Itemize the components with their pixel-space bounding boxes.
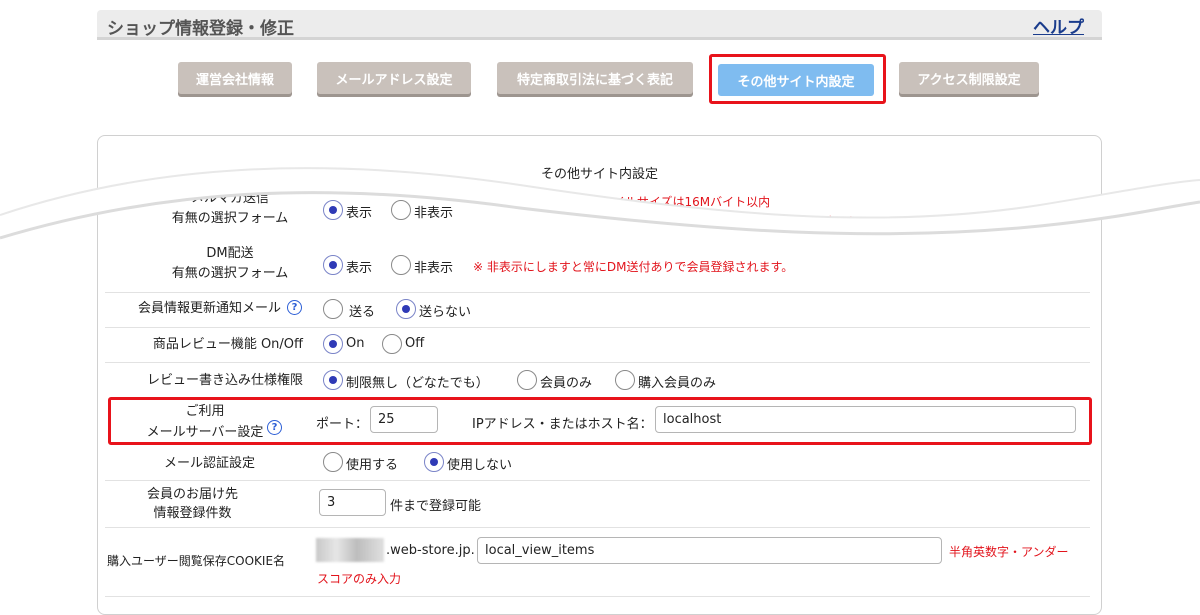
active-tab-highlight	[709, 54, 886, 104]
delivery-count-input[interactable]: 3	[319, 489, 386, 516]
mail-auth-nouse-label: 使用しない	[447, 458, 513, 473]
dm-show-radio[interactable]	[323, 255, 343, 275]
help-question-icon[interactable]: ?	[287, 300, 302, 315]
row-divider	[105, 596, 1090, 597]
review-off-label: Off	[405, 336, 425, 351]
cookie-note-line2: スコアのみ入力	[317, 572, 402, 586]
help-question-icon[interactable]: ?	[267, 420, 282, 435]
tab-company-info[interactable]: 運営会社情報	[178, 62, 292, 94]
mail-server-label-line2: メールサーバー設定	[146, 425, 264, 440]
page-title: ショップ情報登録・修正	[107, 19, 294, 39]
mail-auth-use-radio[interactable]	[323, 452, 343, 472]
review-perm-all-label: 制限無し（どなたでも）	[346, 376, 489, 391]
cookie-note-line1: 半角英数字・アンダー	[949, 545, 1069, 559]
member-notice-nosend-radio[interactable]	[396, 299, 416, 319]
review-perm-buyer-radio[interactable]	[615, 370, 635, 390]
row-divider	[105, 362, 1090, 363]
tab-access-limit[interactable]: アクセス制限設定	[899, 62, 1039, 94]
dm-hide-label: 非表示	[414, 261, 454, 276]
blurred-shop-id	[316, 538, 384, 562]
host-label: IPアドレス・またはホスト名：	[472, 417, 653, 432]
mail-auth-nouse-radio[interactable]	[424, 452, 444, 472]
tab-commerce-law[interactable]: 特定商取引法に基づく表記	[497, 62, 693, 94]
delivery-suffix: 件まで登録可能	[390, 499, 482, 514]
cookie-domain-suffix: .web-store.jp.	[386, 543, 475, 558]
mail-auth-use-label: 使用する	[346, 458, 399, 473]
mail-server-label-line1: ご利用	[185, 404, 225, 419]
port-input[interactable]: 25	[370, 406, 438, 433]
review-on-label: On	[346, 336, 365, 351]
dm-label-line2: 有無の選択フォーム	[171, 266, 289, 281]
dm-label-line1: DM配送	[206, 246, 254, 261]
member-notice-send-label: 送る	[349, 305, 376, 320]
row-divider	[105, 480, 1090, 481]
cookie-label: 購入ユーザー閲覧保存COOKIE名	[107, 554, 286, 568]
dm-show-label: 表示	[346, 261, 373, 276]
cookie-name-input[interactable]: local_view_items	[477, 537, 942, 564]
review-perm-member-label: 会員のみ	[540, 376, 593, 391]
port-label: ポート：	[316, 417, 369, 432]
review-perm-all-radio[interactable]	[323, 370, 343, 390]
review-perm-buyer-label: 購入会員のみ	[638, 376, 717, 391]
row-divider	[105, 527, 1090, 528]
row-divider	[105, 292, 1090, 293]
header-bar: ショップ情報登録・修正 ヘルプ	[97, 10, 1102, 40]
review-on-radio[interactable]	[323, 334, 343, 354]
tab-mail-address[interactable]: メールアドレス設定	[317, 62, 471, 94]
member-notice-label: 会員情報更新通知メール	[137, 301, 281, 316]
help-link[interactable]: ヘルプ	[1033, 13, 1084, 38]
review-perm-label: レビュー書き込み仕様権限	[146, 373, 303, 388]
host-input[interactable]: localhost	[655, 406, 1076, 433]
review-off-radio[interactable]	[382, 334, 402, 354]
dm-note: ※ 非表示にしますと常にDM送付ありで会員登録されます。	[473, 260, 794, 274]
member-notice-send-radio[interactable]	[323, 299, 343, 319]
row-divider	[105, 327, 1090, 328]
mail-auth-label: メール認証設定	[163, 456, 255, 471]
dm-hide-radio[interactable]	[391, 255, 411, 275]
delivery-label-line2: 情報登録件数	[153, 506, 232, 521]
review-label: 商品レビュー機能 On/Off	[152, 337, 303, 352]
review-perm-member-radio[interactable]	[517, 370, 537, 390]
delivery-label-line1: 会員のお届け先	[146, 487, 238, 502]
member-notice-nosend-label: 送らない	[419, 305, 472, 320]
